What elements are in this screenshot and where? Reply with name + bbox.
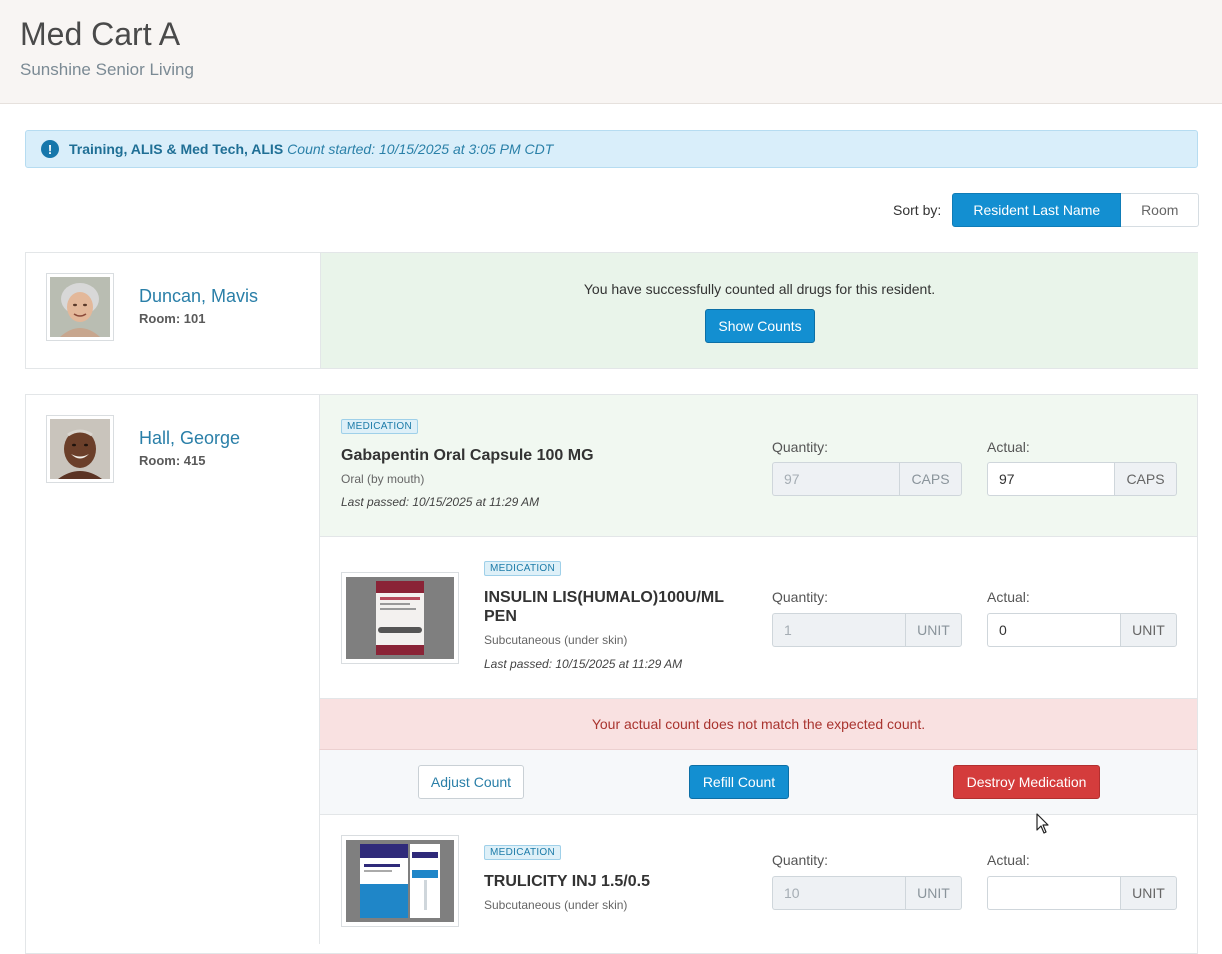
- sort-room-button[interactable]: Room: [1121, 193, 1200, 227]
- quantity-input-group: 1 UNIT: [772, 613, 962, 647]
- medication-badge: MEDICATION: [341, 419, 419, 434]
- quantity-unit: UNIT: [905, 876, 962, 910]
- actual-label: Actual:: [987, 439, 1030, 455]
- actual-label: Actual:: [987, 589, 1030, 605]
- count-mismatch-alert: Your actual count does not match the exp…: [319, 699, 1197, 750]
- avatar: [46, 273, 114, 341]
- count-users: Training, ALIS & Med Tech, ALIS: [69, 141, 284, 157]
- actual-input-group: 0 UNIT: [987, 613, 1177, 647]
- medication-last-passed: Last passed: 10/15/2025 at 11:29 AM: [484, 657, 683, 671]
- medication-last-passed: Last passed: 10/15/2025 at 11:29 AM: [341, 495, 540, 509]
- sort-label: Sort by:: [893, 202, 942, 218]
- actual-count-input[interactable]: [987, 876, 1120, 910]
- medication-route: Subcutaneous (under skin): [484, 898, 628, 912]
- quantity-input-group: 10 UNIT: [772, 876, 962, 910]
- medication-row-gabapentin: MEDICATION Gabapentin Oral Capsule 100 M…: [319, 395, 1197, 537]
- count-started: Count started: 10/15/2025 at 3:05 PM CDT: [287, 141, 554, 157]
- resident-name[interactable]: Hall, George: [139, 428, 240, 449]
- resident-photo: [50, 277, 110, 337]
- show-counts-button[interactable]: Show Counts: [705, 309, 815, 343]
- resident-name[interactable]: Duncan, Mavis: [139, 286, 258, 307]
- trulicity-box-image: [346, 840, 454, 922]
- actual-unit: UNIT: [1120, 876, 1177, 910]
- success-message: You have successfully counted all drugs …: [583, 281, 936, 297]
- quantity-input-group: 97 CAPS: [772, 462, 962, 496]
- quantity-unit: CAPS: [899, 462, 962, 496]
- actual-count-input[interactable]: 97: [987, 462, 1114, 496]
- quantity-label: Quantity:: [772, 589, 829, 605]
- medication-image: [341, 572, 459, 664]
- refill-count-button[interactable]: Refill Count: [689, 765, 789, 799]
- resident-room: Room: 101: [139, 311, 206, 326]
- mouse-cursor-icon: [1036, 813, 1049, 834]
- quantity-unit: UNIT: [905, 613, 962, 647]
- quantity-field: 97: [772, 462, 899, 496]
- medication-badge: MEDICATION: [484, 845, 562, 860]
- sort-last-name-button[interactable]: Resident Last Name: [952, 193, 1122, 227]
- quantity-field: 10: [772, 876, 905, 910]
- exclamation-circle-icon: !: [41, 140, 59, 158]
- medication-route: Oral (by mouth): [341, 472, 425, 486]
- page-header: Med Cart A Sunshine Senior Living: [0, 0, 1222, 104]
- quantity-field: 1: [772, 613, 905, 647]
- sort-segmented: Resident Last Name Room: [952, 193, 1200, 227]
- medication-route: Subcutaneous (under skin): [484, 633, 628, 647]
- adjust-count-button[interactable]: Adjust Count: [418, 765, 524, 799]
- medication-image: [341, 835, 459, 927]
- sort-control: Sort by: Resident Last Name Room: [893, 193, 1200, 227]
- resident-photo: [50, 419, 110, 479]
- resident-room: Room: 415: [139, 453, 206, 468]
- actual-label: Actual:: [987, 852, 1030, 868]
- medication-name: TRULICITY INJ 1.5/0.5: [484, 873, 650, 890]
- medication-row-trulicity: MEDICATION TRULICITY INJ 1.5/0.5 Subcuta…: [319, 815, 1197, 944]
- avatar: [46, 415, 114, 483]
- quantity-label: Quantity:: [772, 852, 829, 868]
- medication-row-insulin: MEDICATION INSULIN LIS(HUMALO)100U/ML PE…: [319, 537, 1197, 699]
- medication-name: INSULIN LIS(HUMALO)100U/ML PEN: [484, 589, 724, 625]
- actual-unit: UNIT: [1120, 613, 1177, 647]
- insulin-pen-box-image: [346, 577, 454, 659]
- medication-name: Gabapentin Oral Capsule 100 MG: [341, 447, 594, 464]
- actual-input-group: UNIT: [987, 876, 1177, 910]
- actual-unit: CAPS: [1114, 462, 1177, 496]
- quantity-label: Quantity:: [772, 439, 829, 455]
- actual-count-input[interactable]: 0: [987, 613, 1120, 647]
- actual-input-group: 97 CAPS: [987, 462, 1177, 496]
- medication-badge: MEDICATION: [484, 561, 562, 576]
- destroy-medication-button[interactable]: Destroy Medication: [953, 765, 1100, 799]
- count-actions-bar: Adjust Count Refill Count Destroy Medica…: [319, 750, 1197, 815]
- count-success-panel: You have successfully counted all drugs …: [320, 253, 1198, 368]
- resident-card-duncan: Duncan, Mavis Room: 101 You have success…: [25, 252, 1198, 369]
- count-info-alert: ! Training, ALIS & Med Tech, ALIS Count …: [25, 130, 1198, 168]
- page-subtitle: Sunshine Senior Living: [20, 60, 194, 79]
- page-title: Med Cart A: [20, 16, 181, 52]
